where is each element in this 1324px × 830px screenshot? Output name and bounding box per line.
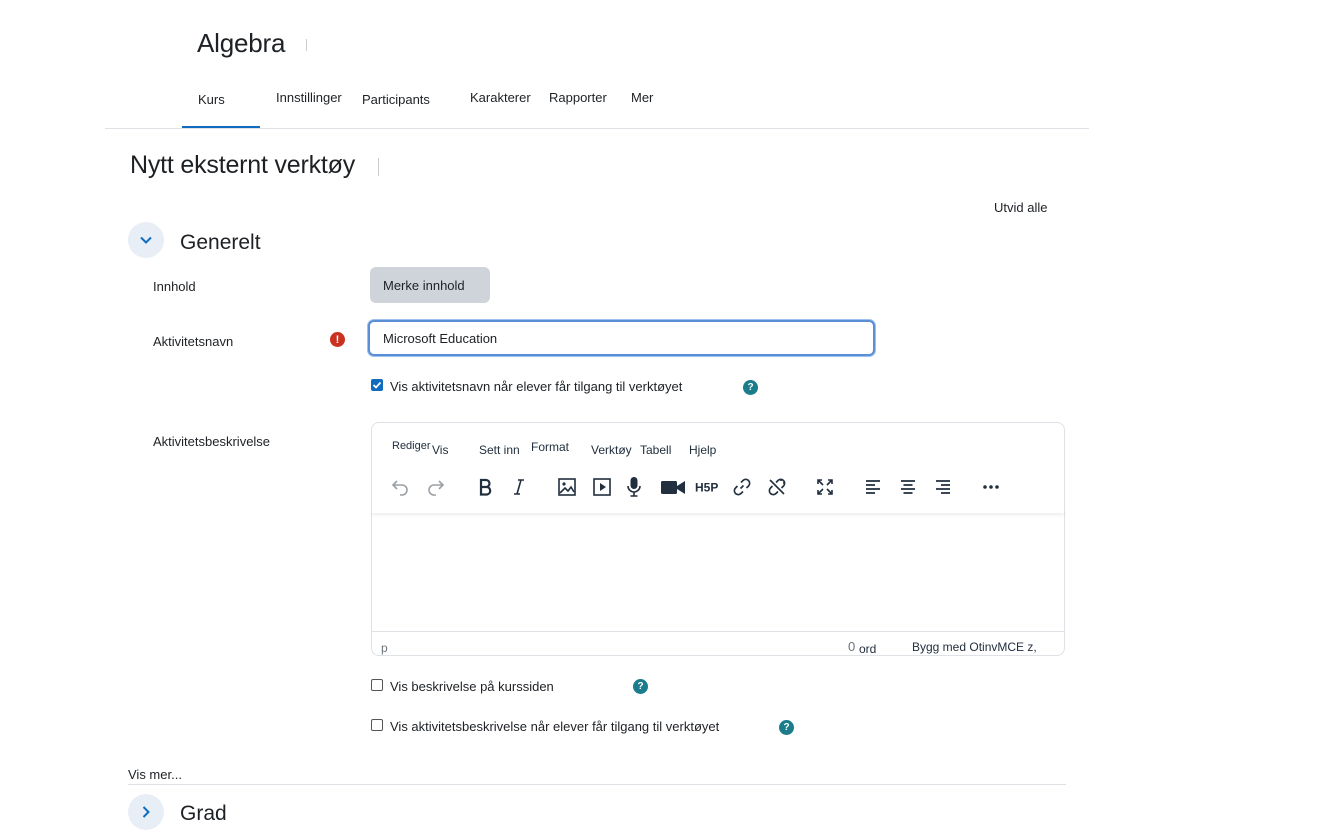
heading-divider (378, 158, 379, 176)
align-left-button[interactable] (861, 475, 885, 499)
video-camera-icon (661, 481, 685, 494)
nav-divider (105, 128, 1089, 129)
show-desc-tool-label: Vis aktivitetsbeskrivelse når elever får… (390, 719, 720, 734)
editor-element-path[interactable]: p (381, 641, 388, 655)
word-count-value: 0 (848, 639, 856, 654)
editor-content-area[interactable] (372, 513, 1064, 631)
show-desc-course-label: Vis beskrivelse på kurssiden (390, 679, 554, 694)
status-divider (372, 631, 1064, 632)
media-icon (593, 478, 611, 496)
align-center-button[interactable] (896, 475, 920, 499)
link-icon (733, 478, 751, 496)
editor-menu-tabell[interactable]: Tabell (640, 443, 671, 457)
course-title: Algebra (197, 28, 286, 58)
expand-grade-button[interactable] (128, 794, 164, 830)
help-icon[interactable]: ? (633, 679, 648, 694)
redo-icon (428, 480, 445, 496)
unlink-button[interactable] (765, 475, 789, 499)
record-audio-button[interactable] (622, 475, 646, 499)
required-icon: ! (330, 332, 345, 347)
nav-tab-karakterer[interactable]: Karakterer (470, 90, 531, 105)
show-desc-course-checkbox[interactable] (371, 679, 383, 691)
description-editor: Rediger Vis Sett inn Format Verktøy Tabe… (371, 422, 1065, 656)
nav-tab-participants[interactable]: Participants (362, 92, 430, 107)
activity-name-input[interactable] (368, 320, 875, 356)
help-icon[interactable]: ? (743, 380, 758, 395)
section-divider (128, 784, 1066, 785)
media-button[interactable] (590, 475, 614, 499)
align-center-icon (901, 480, 915, 494)
description-label: Aktivitetsbeskrivelse (153, 434, 271, 449)
title-divider (306, 39, 307, 51)
activity-name-label: Aktivitetsnavn (153, 334, 234, 349)
collapse-general-button[interactable] (128, 222, 164, 258)
link-button[interactable] (730, 475, 754, 499)
show-name-label: Vis aktivitetsnavn når elever får tilgan… (390, 379, 683, 394)
redo-button[interactable] (424, 475, 448, 499)
image-button[interactable] (555, 475, 579, 499)
show-more-link[interactable]: Vis mer... (128, 767, 182, 782)
italic-button[interactable] (507, 475, 531, 499)
show-desc-tool-checkbox[interactable] (371, 719, 383, 731)
more-button[interactable] (979, 475, 1003, 499)
nav-tab-kurs[interactable]: Kurs (198, 92, 225, 107)
checkmark-icon (372, 381, 382, 389)
page-heading: Nytt eksternt verktøy (130, 151, 356, 179)
fullscreen-icon (817, 479, 833, 495)
svg-text:H5P: H5P (695, 481, 718, 495)
undo-icon (391, 480, 408, 496)
bold-icon (479, 478, 492, 496)
editor-branding-link[interactable]: Bygg med OtinvMCE z, (912, 640, 1037, 654)
editor-menu-sett-inn[interactable]: Sett inn (479, 443, 520, 457)
image-icon (558, 478, 576, 496)
bold-button[interactable] (473, 475, 497, 499)
word-count-unit: ord (859, 642, 877, 656)
align-left-icon (866, 480, 880, 494)
select-content-button[interactable]: Merke innhold (370, 267, 490, 303)
section-title-grade: Grad (180, 802, 227, 825)
editor-menu-vis[interactable]: Vis (432, 443, 448, 457)
h5p-icon: H5P (695, 481, 718, 495)
nav-tab-innstillinger[interactable]: Innstillinger (276, 90, 342, 105)
unlink-icon (768, 478, 786, 496)
chevron-down-icon (140, 236, 152, 244)
undo-button[interactable] (388, 475, 412, 499)
editor-menu-format[interactable]: Format (531, 440, 569, 454)
editor-menu-verktoy[interactable]: Verktøy (591, 443, 632, 457)
record-video-button[interactable] (660, 475, 686, 499)
h5p-button[interactable]: H5P (694, 475, 722, 499)
help-icon[interactable]: ? (779, 720, 794, 735)
nav-tab-rapporter[interactable]: Rapporter (549, 90, 607, 105)
expand-all-link[interactable]: Utvid alle (994, 200, 1047, 215)
editor-menu-hjelp[interactable]: Hjelp (689, 443, 716, 457)
chevron-right-icon (142, 806, 150, 818)
editor-menu-rediger[interactable]: Rediger (392, 440, 431, 452)
microphone-icon (627, 477, 641, 497)
section-title-general: Generelt (180, 231, 261, 254)
italic-icon (514, 479, 524, 495)
content-label: Innhold (153, 279, 196, 294)
more-icon (983, 485, 999, 489)
align-right-icon (936, 480, 950, 494)
align-right-button[interactable] (931, 475, 955, 499)
nav-tab-mer[interactable]: Mer (631, 90, 653, 105)
fullscreen-button[interactable] (813, 475, 837, 499)
show-name-checkbox[interactable] (371, 379, 383, 391)
